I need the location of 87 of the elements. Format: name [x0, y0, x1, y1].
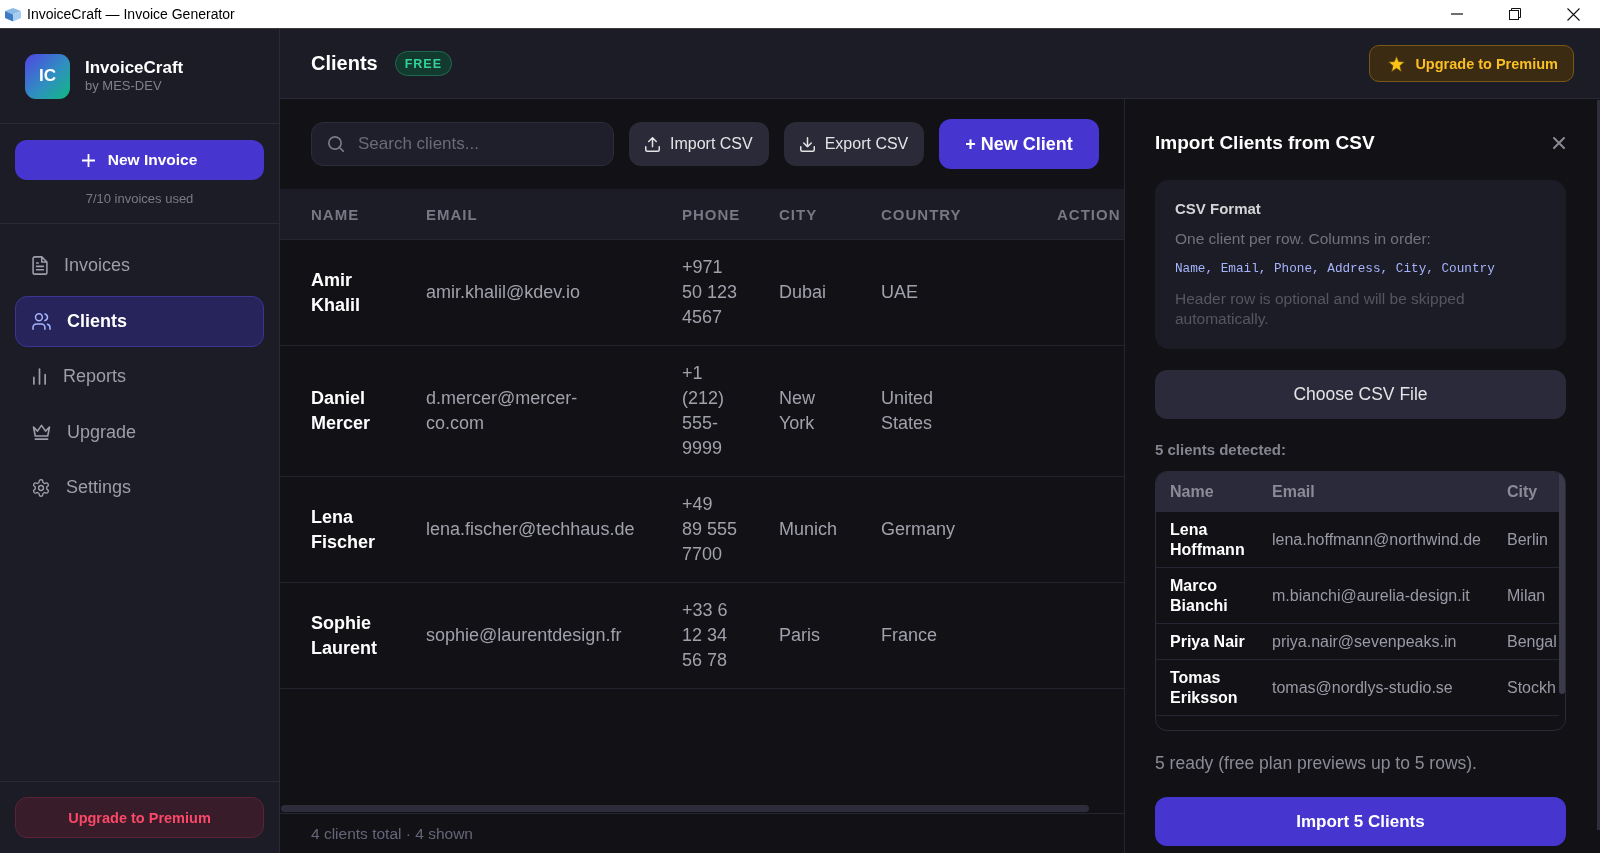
table-cell-text: Marco Bianchi [1170, 575, 1229, 616]
scrollbar-thumb[interactable] [281, 805, 1089, 812]
minimize-icon[interactable] [1451, 13, 1463, 15]
table-cell-text: +971 50 123 4567 [682, 256, 738, 329]
card-heading: CSV Format [1175, 199, 1261, 219]
usage-text: 7/10 invoices used [85, 191, 194, 207]
document-icon [32, 256, 48, 275]
table-cell-text: amir.khalil@kdev.io [426, 281, 580, 304]
column-header: PHONE [682, 205, 741, 223]
table-cell-text: Daniel Mercer [311, 387, 372, 435]
search-icon [328, 136, 344, 152]
table-cell-text: Sophie Laurent [311, 611, 378, 660]
import-button[interactable]: Import 5 Clients [1155, 797, 1566, 846]
page-title: Clients [311, 52, 378, 75]
table-cell: priya.nair@sevenpeaks.in [1272, 631, 1457, 652]
table-cell-text: Lena Fischer [311, 505, 377, 554]
table-cell-text: d.mercer@mercer-co.com [426, 387, 579, 435]
star-icon [1388, 55, 1406, 72]
sidebar-item[interactable]: Upgrade [15, 406, 264, 458]
logo-tile: IC [25, 53, 70, 99]
upload-icon [645, 136, 660, 152]
plus-icon [81, 153, 95, 167]
detected-count: 5 clients detected: [1155, 441, 1286, 459]
table-cell-text: New York [779, 387, 816, 435]
cube-icon [4, 6, 22, 22]
status-text: 4 clients total · 4 shown [311, 824, 473, 843]
column-header: Name [1170, 483, 1214, 501]
table-cell: Milan [1507, 585, 1546, 606]
close-icon[interactable] [1567, 7, 1580, 21]
table-cell: Priya Nair [1170, 631, 1245, 652]
scrollbar-thumb[interactable] [1559, 472, 1565, 694]
new-client-button[interactable]: + New Client [939, 119, 1099, 169]
choose-file-button[interactable]: Choose CSV File [1155, 370, 1566, 419]
table-cell-text: Amir Khalil [311, 268, 361, 317]
export-button[interactable]: Export CSV [783, 122, 925, 166]
sidebar-item[interactable]: Settings [15, 462, 264, 513]
crown-icon [32, 424, 51, 440]
table-cell: Stockh [1507, 677, 1556, 698]
card-note: Header row is optional and will be skipped automatically. [1175, 289, 1466, 329]
new-invoice-button[interactable]: New Invoice [15, 140, 264, 180]
column-header: Email [1272, 483, 1315, 501]
upgrade-button[interactable]: Upgrade to Premium [15, 797, 264, 838]
table-cell-text: +49 89 555 7700 [682, 493, 738, 566]
card-description: One client per row. Columns in order: [1175, 229, 1431, 249]
panel-title: Import Clients from CSV [1155, 132, 1375, 154]
table-cell-text: Lena Hoffmann [1170, 519, 1246, 560]
table-cell-text: France [881, 624, 938, 647]
table-cell: m.bianchi@aurelia-design.it [1272, 585, 1470, 606]
column-header: COUNTRY [881, 205, 962, 223]
import-button[interactable]: Import CSV [629, 122, 769, 166]
restore-icon[interactable] [1509, 8, 1521, 20]
table-cell: Bengal [1507, 631, 1557, 652]
upgrade-button[interactable]: Upgrade to Premium [1369, 45, 1574, 82]
sidebar-item[interactable]: Invoices [15, 240, 264, 291]
table-cell-text: Germany [881, 518, 956, 541]
brand-byline: by MES-DEV [85, 78, 162, 94]
column-header: ACTION [1057, 205, 1121, 223]
window-title: InvoiceCraft — Invoice Generator [27, 6, 235, 22]
table-cell-text: sophie@laurentdesign.fr [426, 624, 622, 647]
users-icon [32, 312, 51, 330]
column-header: CITY [779, 205, 818, 223]
table-cell: Berlin [1507, 529, 1548, 550]
table-cell-text: lena.fischer@techhaus.de [426, 518, 635, 541]
plan-badge: FREE [394, 51, 453, 76]
column-header: City [1507, 483, 1538, 501]
bar-chart-icon [32, 368, 47, 385]
table-cell-text: +1 (212) 555-9999 [682, 362, 726, 460]
table-cell-text: UAE [881, 281, 918, 304]
sidebar-item[interactable]: Clients [15, 295, 264, 347]
table-cell-text: +33 6 12 34 56 78 [682, 599, 729, 672]
brand-name: InvoiceCraft [85, 58, 184, 78]
column-header: NAME [311, 205, 360, 223]
download-icon [799, 136, 815, 152]
summary-text: 5 ready (free plan previews up to 5 rows). [1155, 752, 1477, 774]
column-header: EMAIL [426, 205, 478, 223]
table-cell-text: United States [881, 387, 935, 435]
table-cell: tomas@nordlys-studio.se [1272, 677, 1453, 698]
table-cell-text: Dubai [779, 281, 827, 304]
table-cell-text: Tomas Eriksson [1170, 667, 1239, 708]
search-field[interactable]: Search clients... [311, 122, 614, 166]
table-cell-text: Paris [779, 624, 820, 647]
scrollbar-thumb[interactable] [1597, 100, 1600, 830]
table-cell: lena.hoffmann@northwind.de [1272, 529, 1481, 550]
column-list: Name, Email, Phone, Address, City, Country [1175, 260, 1495, 278]
settings-icon [32, 478, 50, 497]
sidebar-item[interactable]: Reports [15, 351, 264, 402]
table-cell-text: Munich [779, 518, 838, 541]
